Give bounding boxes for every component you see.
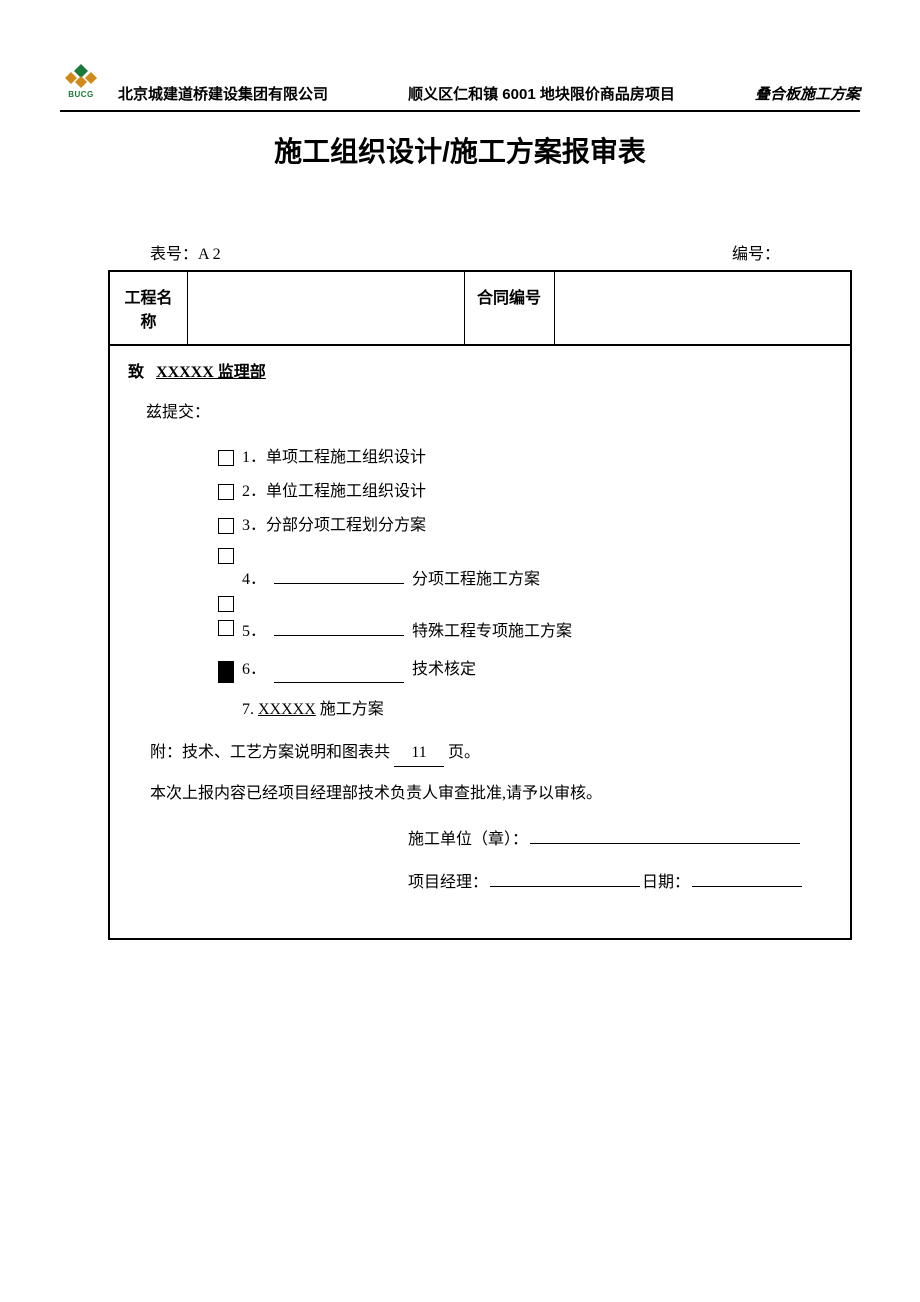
- checkbox-5[interactable]: [218, 620, 234, 636]
- label-project-name: 工程名称: [110, 272, 188, 344]
- sig-unit-field[interactable]: [530, 828, 800, 844]
- item-7-prefix: 7.: [242, 701, 254, 718]
- field-contract-no[interactable]: [555, 272, 850, 344]
- form-body: 致 XXXXX 监理部 兹提交： 1．单项工程施工组织设计 2．单位工程施工组织…: [110, 346, 850, 938]
- item-3-label: 3．分部分项工程划分方案: [242, 513, 426, 539]
- sig-pm-line: 项目经理： 日期：: [408, 870, 832, 896]
- item-7-suffix: 施工方案: [320, 701, 384, 718]
- page-header: BUCG 北京城建道桥建设集团有限公司 顺义区仁和镇 6001 地块限价商品房项…: [60, 60, 860, 112]
- item-5-boxrow: [218, 593, 832, 615]
- intro-text: 兹提交：: [146, 400, 832, 426]
- item-6-suffix: 技术核定: [412, 657, 476, 683]
- sig-pm-label: 项目经理：: [408, 870, 488, 896]
- field-project-name[interactable]: [188, 272, 465, 344]
- recipient-line: 致 XXXXX 监理部: [128, 360, 832, 386]
- item-5: 5． 特殊工程专项施工方案: [218, 619, 832, 649]
- recipient-name: XXXXX 监理部: [156, 364, 266, 381]
- page-title: 施工组织设计/施工方案报审表: [60, 130, 860, 170]
- item-4-blank[interactable]: [274, 568, 404, 584]
- sig-date-field[interactable]: [692, 871, 802, 887]
- sig-pm-field[interactable]: [490, 871, 640, 887]
- attach-prefix: 附：技术、工艺方案说明和图表共: [150, 744, 390, 761]
- item-4-boxrow: [218, 545, 832, 567]
- item-1-label: 1．单项工程施工组织设计: [242, 445, 426, 471]
- item-7-name: XXXXX: [258, 701, 316, 718]
- attach-suffix: 页。: [448, 744, 480, 761]
- form-number: 表号：A 2: [150, 240, 221, 264]
- item-6-blank[interactable]: [274, 667, 404, 683]
- item-4-suffix: 分项工程施工方案: [412, 567, 540, 593]
- review-note: 本次上报内容已经项目经理部技术负责人审查批准,请予以审核。: [150, 781, 832, 807]
- item-4-prefix: 4．: [242, 567, 266, 593]
- attach-pages: 11: [394, 740, 444, 767]
- item-7: 7. XXXXX 施工方案: [242, 697, 832, 723]
- item-5-suffix: 特殊工程专项施工方案: [412, 619, 572, 645]
- checkbox-6[interactable]: [218, 661, 234, 683]
- sig-date-label: 日期：: [642, 870, 690, 896]
- checkbox-1[interactable]: [218, 450, 234, 466]
- item-5-prefix: 5．: [242, 619, 266, 645]
- item-6-prefix: 6．: [242, 657, 266, 683]
- checkbox-4a[interactable]: [218, 548, 234, 564]
- item-2-label: 2．单位工程施工组织设计: [242, 479, 426, 505]
- recipient-prefix: 致: [128, 364, 144, 381]
- header-project: 顺义区仁和镇 6001 地块限价商品房项目: [340, 83, 743, 104]
- checkbox-4b[interactable]: [218, 596, 234, 612]
- item-1: 1．单项工程施工组织设计: [218, 443, 832, 473]
- form-table: 工程名称 合同编号 致 XXXXX 监理部 兹提交： 1．单项工程施工组织设计 …: [108, 270, 852, 940]
- label-contract-no: 合同编号: [465, 272, 555, 344]
- checkbox-2[interactable]: [218, 484, 234, 500]
- header-doctype: 叠合板施工方案: [755, 83, 860, 104]
- meta-row: 表号：A 2 编号：: [60, 240, 860, 270]
- company-logo: BUCG: [60, 60, 102, 102]
- table-header-row: 工程名称 合同编号: [110, 272, 850, 346]
- item-6: 6． 技术核定: [218, 653, 832, 683]
- checkbox-spacer: [218, 568, 234, 584]
- checkbox-3[interactable]: [218, 518, 234, 534]
- item-5-blank[interactable]: [274, 620, 404, 636]
- signature-block: 施工单位（章）： 项目经理： 日期：: [408, 827, 832, 896]
- item-2: 2．单位工程施工组织设计: [218, 477, 832, 507]
- logo-text: BUCG: [68, 90, 94, 99]
- serial-number-label: 编号：: [732, 240, 840, 264]
- page: BUCG 北京城建道桥建设集团有限公司 顺义区仁和镇 6001 地块限价商品房项…: [0, 0, 920, 940]
- item-4: 4． 分项工程施工方案: [218, 567, 832, 593]
- sig-unit-label: 施工单位（章）：: [408, 827, 528, 853]
- item-3: 3．分部分项工程划分方案: [218, 511, 832, 541]
- sig-unit-line: 施工单位（章）：: [408, 827, 832, 853]
- header-company: 北京城建道桥建设集团有限公司: [118, 83, 328, 104]
- attachment-line: 附：技术、工艺方案说明和图表共 11 页。: [150, 740, 832, 767]
